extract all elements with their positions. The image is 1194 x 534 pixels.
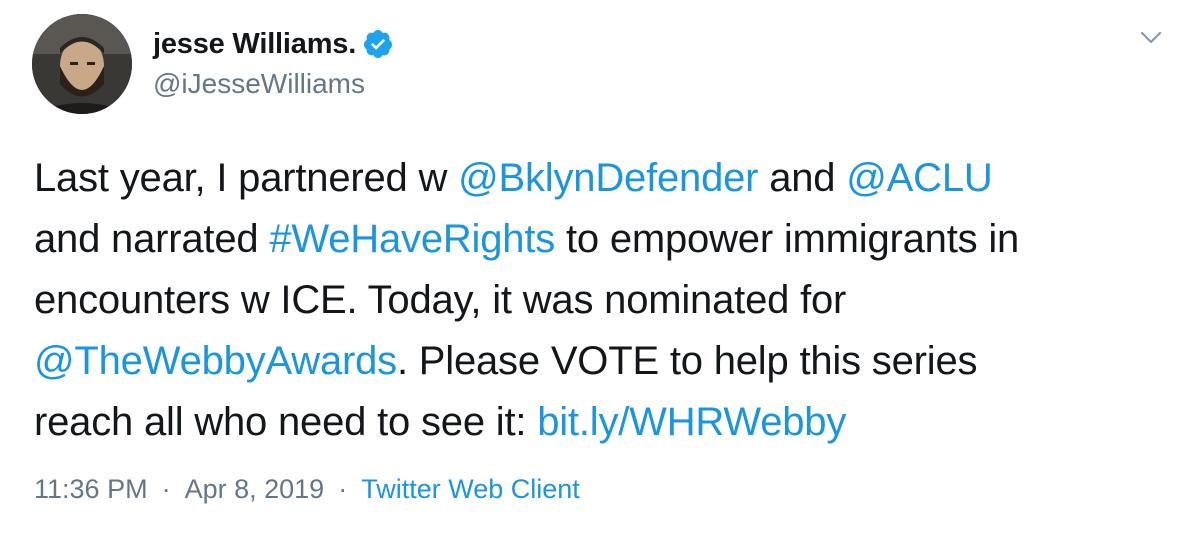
- author-block: jesse Williams. @iJesseWilliams: [153, 24, 394, 100]
- tweet-text-segment: reach all who need to see it:: [34, 400, 538, 444]
- verified-badge-icon: [362, 28, 394, 60]
- profile-photo-icon: [32, 14, 132, 114]
- tweet-line: encounters w ICE. Today, it was nominate…: [34, 270, 1174, 331]
- tweet-text-segment: . Please VOTE to help this series: [396, 339, 978, 383]
- meta-separator: ·: [161, 474, 171, 504]
- display-name[interactable]: jesse Williams.: [153, 28, 356, 61]
- tweet-text-segment: encounters w ICE. Today, it was nominate…: [34, 278, 847, 322]
- tweet-card: jesse Williams. @iJesseWilliams Last yea…: [0, 0, 1194, 534]
- tweet-date[interactable]: Apr 8, 2019: [185, 474, 325, 505]
- display-name-row: jesse Williams.: [153, 24, 394, 64]
- tweet-line: @TheWebbyAwards. Please VOTE to help thi…: [34, 331, 1174, 392]
- mention-link[interactable]: @BklynDefender: [458, 156, 758, 200]
- handle[interactable]: @iJesseWilliams: [153, 68, 394, 100]
- hashtag-link[interactable]: #WeHaveRights: [269, 217, 555, 261]
- tweet-text-segment: and narrated: [34, 217, 270, 261]
- tweet-text-segment: and: [758, 156, 847, 200]
- chevron-down-icon[interactable]: [1136, 22, 1166, 52]
- avatar[interactable]: [32, 14, 132, 114]
- tweet-line: and narrated #WeHaveRights to empower im…: [34, 209, 1174, 270]
- tweet-text-segment: Last year, I partnered w: [34, 156, 459, 200]
- mention-link[interactable]: @TheWebbyAwards: [34, 339, 397, 383]
- tweet-meta: 11:36 PM · Apr 8, 2019 · Twitter Web Cli…: [34, 474, 580, 505]
- meta-separator: ·: [338, 474, 348, 504]
- mention-link[interactable]: @ACLU: [846, 156, 993, 200]
- url-link[interactable]: bit.ly/WHRWebby: [537, 400, 846, 444]
- tweet-line: reach all who need to see it: bit.ly/WHR…: [34, 392, 1174, 453]
- tweet-text-segment: to empower immigrants in: [555, 217, 1020, 261]
- tweet-client-link[interactable]: Twitter Web Client: [361, 474, 580, 505]
- tweet-text: Last year, I partnered w @BklynDefender …: [34, 148, 1174, 453]
- tweet-time[interactable]: 11:36 PM: [34, 474, 148, 505]
- tweet-line: Last year, I partnered w @BklynDefender …: [34, 148, 1174, 209]
